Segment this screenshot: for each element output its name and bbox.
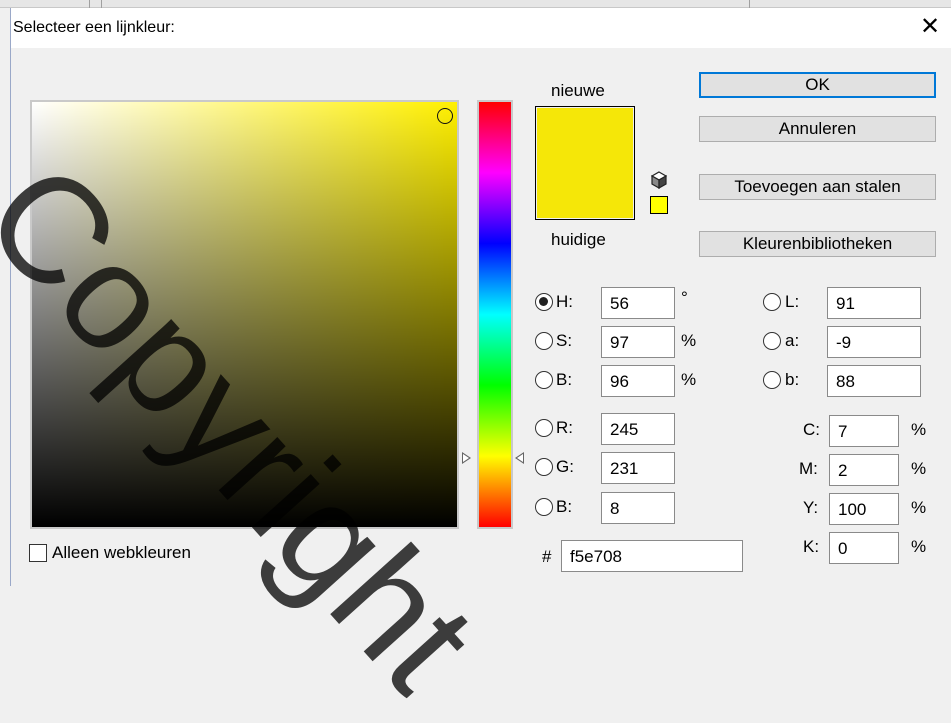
lab-a-field[interactable]: -9: [827, 326, 921, 358]
add-to-swatches-button[interactable]: Toevoegen aan stalen: [699, 174, 936, 200]
hue-label: H:: [556, 292, 573, 311]
color-picker-dialog: Selecteer een lijnkleur: ✕ nieuwe huidig…: [10, 8, 951, 586]
hex-label: #: [542, 547, 552, 566]
new-color-label: nieuwe: [551, 81, 605, 100]
brightness-unit: %: [681, 370, 697, 389]
magenta-label: M:: [799, 459, 818, 478]
hue-field[interactable]: 56: [601, 287, 675, 319]
lab-a-radio[interactable]: [763, 332, 781, 350]
hue-radio[interactable]: [535, 293, 553, 311]
green-radio[interactable]: [535, 458, 553, 476]
hue-slider-left-arrow-icon[interactable]: [462, 452, 471, 464]
title-bar: Selecteer een lijnkleur: ✕: [11, 8, 951, 48]
websafe-color-swatch[interactable]: [650, 196, 668, 214]
hue-slider-right-arrow-icon[interactable]: [515, 452, 524, 464]
black-label: K:: [803, 537, 820, 556]
magenta-unit: %: [911, 459, 927, 478]
brightness-label: B:: [556, 370, 573, 389]
lab-l-radio[interactable]: [763, 293, 781, 311]
hue-unit: °: [681, 288, 688, 307]
lab-l-field[interactable]: 91: [827, 287, 921, 319]
yellow-field[interactable]: 100: [829, 493, 899, 525]
green-field[interactable]: 231: [601, 452, 675, 484]
parent-window-strip: [0, 0, 951, 8]
new-color-swatch: [537, 108, 633, 164]
lab-a-label: a:: [785, 331, 800, 350]
yellow-unit: %: [911, 498, 927, 517]
saturation-unit: %: [681, 331, 697, 350]
saturation-label: S:: [556, 331, 573, 350]
cyan-label: C:: [803, 420, 820, 439]
red-radio[interactable]: [535, 419, 553, 437]
saturation-radio[interactable]: [535, 332, 553, 350]
green-label: G:: [556, 457, 574, 476]
cancel-button[interactable]: Annuleren: [699, 116, 936, 142]
close-icon[interactable]: ✕: [916, 13, 944, 41]
color-picker-circle[interactable]: [437, 108, 453, 124]
cube-icon[interactable]: [651, 171, 667, 189]
saturation-field[interactable]: 97: [601, 326, 675, 358]
black-unit: %: [911, 537, 927, 556]
brightness-field[interactable]: 96: [601, 365, 675, 397]
red-label: R:: [556, 418, 573, 437]
web-colors-only-label: Alleen webkleuren: [52, 543, 191, 562]
parent-strip-segment: [102, 0, 750, 8]
color-field-black-layer: [32, 102, 457, 527]
red-field[interactable]: 245: [601, 413, 675, 445]
color-libraries-button[interactable]: Kleurenbibliotheken: [699, 231, 936, 257]
web-colors-only-checkbox[interactable]: [29, 544, 47, 562]
lab-b-radio[interactable]: [763, 371, 781, 389]
parent-strip-segment: [0, 0, 90, 8]
current-color-swatch[interactable]: [537, 163, 633, 218]
cyan-unit: %: [911, 420, 927, 439]
ok-button[interactable]: OK: [699, 72, 936, 98]
black-field[interactable]: 0: [829, 532, 899, 564]
color-swatch-box: [535, 106, 635, 220]
lab-b-label: b:: [785, 370, 800, 389]
blue-radio[interactable]: [535, 498, 553, 516]
blue-field[interactable]: 8: [601, 492, 675, 524]
lab-l-label: L:: [785, 292, 800, 311]
hex-field[interactable]: f5e708: [561, 540, 743, 572]
lab-b-field[interactable]: 88: [827, 365, 921, 397]
yellow-label: Y:: [803, 498, 819, 517]
cyan-field[interactable]: 7: [829, 415, 899, 447]
hue-slider[interactable]: [477, 100, 513, 529]
brightness-radio[interactable]: [535, 371, 553, 389]
color-field[interactable]: [30, 100, 459, 529]
blue-label: B:: [556, 497, 573, 516]
dialog-title: Selecteer een lijnkleur:: [13, 19, 175, 36]
current-color-label: huidige: [551, 230, 606, 249]
magenta-field[interactable]: 2: [829, 454, 899, 486]
parent-strip-segment: [90, 0, 102, 8]
